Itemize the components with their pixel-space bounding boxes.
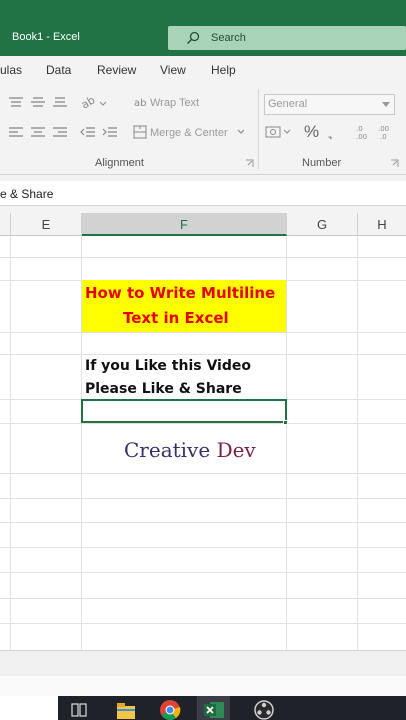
percent-style-button[interactable]: % [304,122,319,142]
status-strip [0,676,406,696]
fill-handle[interactable] [283,420,288,425]
svg-text:.00: .00 [378,125,389,133]
column-header-g[interactable]: G [287,213,358,236]
obs-icon[interactable] [253,699,275,720]
merge-center-button[interactable]: Merge & Center [150,127,228,139]
gridline [0,257,406,258]
heading-line-1: How to Write Multiline [85,284,276,302]
task-view-icon[interactable] [68,699,90,720]
orientation-icon[interactable]: ab [80,94,108,110]
gridline [0,332,406,333]
tab-formulas[interactable]: ulas [0,63,22,77]
column-header-e[interactable]: E [11,213,82,236]
gridline [0,598,406,599]
formula-bar-content: e & Share [0,187,54,201]
svg-text:ab: ab [134,98,146,109]
svg-text:.0: .0 [356,125,363,133]
tab-help[interactable]: Help [211,63,236,77]
gridline [357,236,358,650]
search-box[interactable]: Search [168,26,406,50]
tab-data[interactable]: Data [46,63,71,77]
align-right-icon[interactable] [52,126,68,138]
title-bar: Book1 - Excel Search [0,0,406,56]
number-group-label: Number [302,157,342,169]
ribbon-tabs: ulas Data Review View Help [0,56,406,83]
gridline [0,522,406,523]
decrease-indent-icon[interactable] [80,126,96,138]
column-header-h[interactable]: H [358,213,406,236]
active-cell[interactable] [81,399,287,423]
heading-line-2: Text in Excel [123,309,229,327]
increase-decimal-icon[interactable]: .0.00 [353,124,371,140]
align-left-icon[interactable] [8,126,24,138]
search-label: Search [211,32,246,44]
file-explorer-icon[interactable] [115,699,137,720]
channel-watermark: Creative Dev [124,438,256,462]
gridline [0,498,406,499]
number-format-value: General [268,98,308,110]
group-separator [258,89,259,169]
chrome-icon[interactable] [159,699,181,720]
gridline [0,354,406,355]
excel-icon[interactable] [203,699,225,720]
svg-text:.0: .0 [380,133,387,140]
ribbon: ab ab Wrap Text Merge & Center General %… [0,83,406,175]
wrap-text-button[interactable]: Wrap Text [150,97,199,109]
merge-center-icon[interactable] [133,125,147,139]
align-center-icon[interactable] [30,126,46,138]
chevron-down-icon [382,102,390,107]
column-header-partial[interactable] [0,213,11,236]
status-bar [0,650,406,676]
watermark-creative: Creative [124,438,211,462]
top-align-icon[interactable] [8,96,24,108]
bottom-align-icon[interactable] [52,96,68,108]
formula-gap [0,206,406,213]
gridline [286,236,287,650]
body-line-1: If you Like this Video [85,358,251,374]
gridline [10,236,11,650]
gridline [0,547,406,548]
alignment-group-label: Alignment [95,157,144,169]
gridline [0,572,406,573]
window-title: Book1 - Excel [12,31,80,43]
tab-view[interactable]: View [160,63,186,77]
worksheet-grid[interactable]: E F G H How to Write Multiline Text in E… [0,213,406,650]
svg-text:ab: ab [80,94,97,110]
decrease-decimal-icon[interactable]: .00.0 [375,124,393,140]
chevron-down-icon[interactable] [237,129,245,135]
highlighted-heading-cell[interactable]: How to Write Multiline Text in Excel [82,280,286,332]
dialog-launcher-icon[interactable] [245,159,254,168]
column-header-f[interactable]: F [82,213,287,236]
accounting-format-icon[interactable] [265,125,291,139]
formula-bar[interactable]: e & Share [0,181,406,206]
number-format-dropdown[interactable]: General [264,94,395,115]
increase-indent-icon[interactable] [102,126,118,138]
gridline [0,623,406,624]
middle-align-icon[interactable] [30,96,46,108]
tab-review[interactable]: Review [97,63,136,77]
column-headers: E F G H [0,213,406,236]
taskbar [58,696,406,720]
dialog-launcher-icon[interactable] [390,159,399,168]
svg-text:.00: .00 [356,133,367,140]
gridline [0,423,406,424]
search-icon [187,31,200,44]
body-line-2: Please Like & Share [85,381,242,397]
watermark-dev: Dev [216,438,256,462]
wrap-text-icon[interactable]: ab [134,95,148,109]
gridline [0,473,406,474]
